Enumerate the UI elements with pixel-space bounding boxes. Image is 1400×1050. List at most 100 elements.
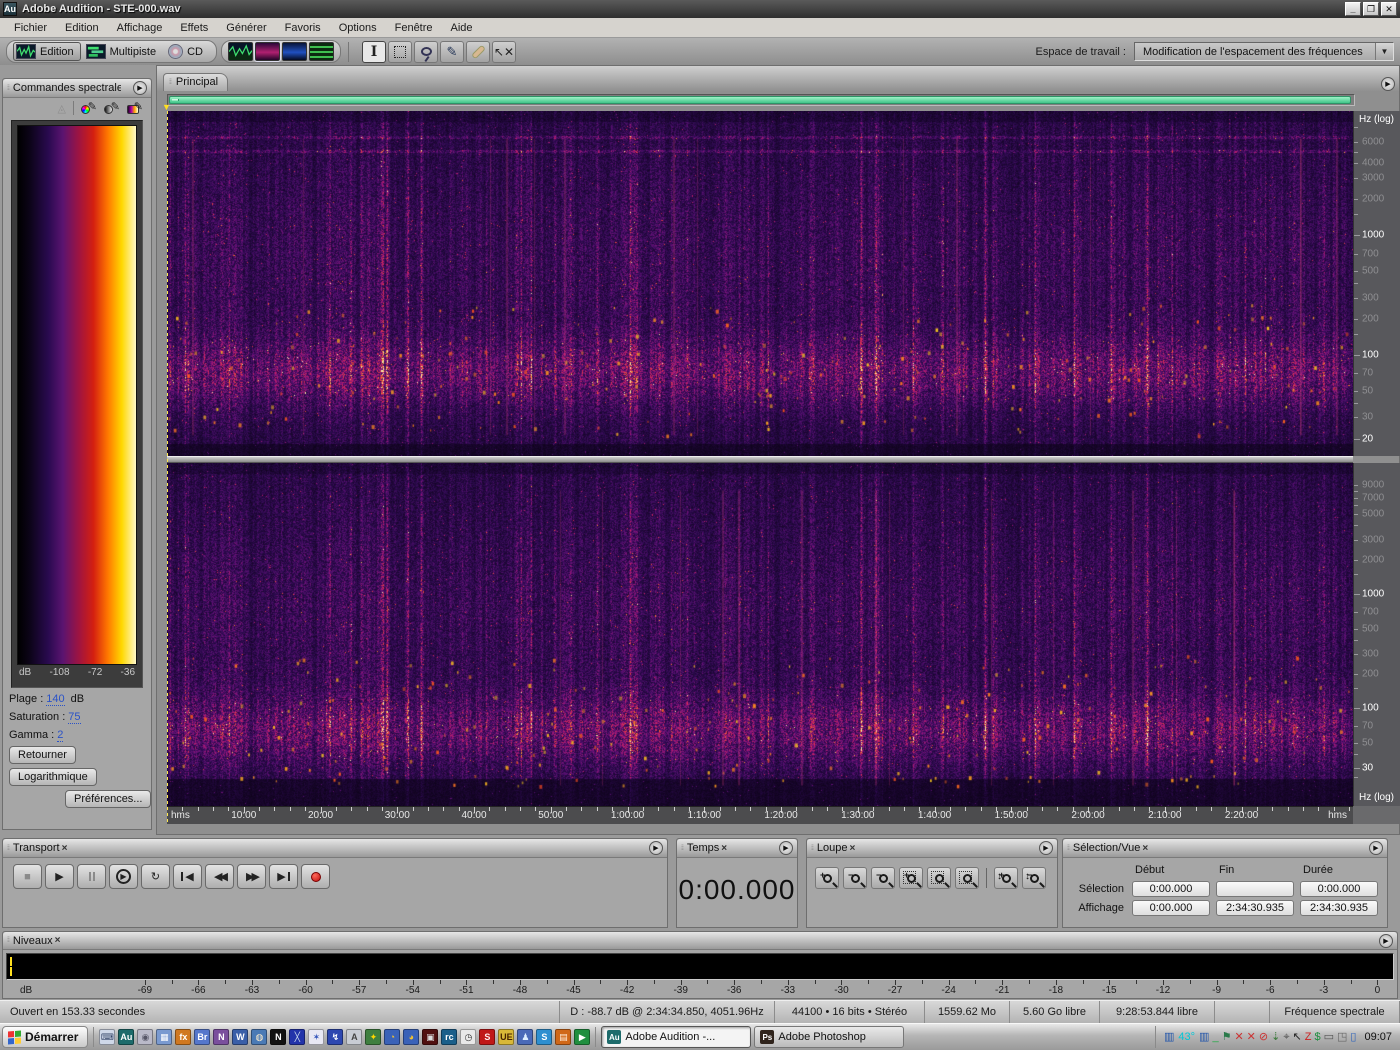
quick-launch-user-app-icon[interactable]: ♟ xyxy=(517,1029,534,1045)
chevron-down-icon[interactable]: ▼ xyxy=(1375,43,1393,60)
task-button-photoshop-task[interactable]: Ps Adobe Photoshop xyxy=(754,1026,905,1048)
menu-item-fentre[interactable]: Fenêtre xyxy=(387,20,441,36)
tray-mouse-icon[interactable]: ◳ xyxy=(1337,1030,1347,1044)
title-bar[interactable]: Au Adobe Audition - STE-000.wav _ ❐ ✕ xyxy=(0,0,1400,18)
gradient-pen-icon[interactable]: ✎ xyxy=(127,101,143,115)
transport-fast-forward-button[interactable]: ▶▶ xyxy=(237,864,266,889)
tray-power-alert-icon[interactable]: Z xyxy=(1305,1030,1312,1044)
tool-button-lasso[interactable] xyxy=(414,40,438,63)
tray-blocked-icon[interactable]: ⊘ xyxy=(1259,1030,1268,1044)
minimize-button[interactable]: _ xyxy=(1345,2,1361,16)
menu-item-fichier[interactable]: Fichier xyxy=(6,20,55,36)
tray-network-off-1-icon[interactable]: ✕ xyxy=(1234,1030,1243,1044)
task-button-audition-task[interactable]: Au Adobe Audition -... xyxy=(601,1026,752,1048)
transport-header[interactable]: ⁞⁞ Transport × ▶ xyxy=(3,839,667,858)
selection-header[interactable]: ⁞⁞ Sélection/Vue × ▶ xyxy=(1063,839,1387,858)
panel-menu-icon[interactable]: ▶ xyxy=(1379,933,1393,948)
scrollbar-thumb[interactable] xyxy=(169,96,1351,104)
frequency-axis-bottom[interactable]: Hz (log) 9000 7000 5000 3000 2000 1000 700 500 30… xyxy=(1353,463,1400,806)
tray-document-icon[interactable]: ▯ xyxy=(1350,1030,1356,1044)
time-field[interactable]: 0:00.000 xyxy=(1132,880,1210,897)
close-icon[interactable]: × xyxy=(721,843,727,854)
transport-loop-play-button[interactable]: ↻ xyxy=(141,864,170,889)
field-value[interactable]: 140 xyxy=(46,693,65,706)
quick-launch-doc-a-icon[interactable]: A xyxy=(346,1029,363,1045)
loupe-zoom-out-vertical-button[interactable]: ↕ − xyxy=(1022,867,1046,889)
quick-launch-tools-app-icon[interactable]: ✦ xyxy=(365,1029,382,1045)
quick-launch-bridge-icon[interactable]: Br xyxy=(194,1029,211,1045)
channel-divider[interactable] xyxy=(167,456,1353,463)
quick-launch-sync-app-icon[interactable]: S xyxy=(536,1029,553,1045)
loupe-zoom-out-horizontal-button[interactable]: − xyxy=(843,867,867,889)
curve-icon[interactable]: ◬ xyxy=(58,102,66,115)
loupe-zoom-selection-start-button[interactable] xyxy=(927,867,951,889)
horizontal-scrollbar[interactable] xyxy=(167,94,1355,106)
transport-record-button[interactable] xyxy=(301,864,330,889)
tray-terminal-icon[interactable]: ▭ xyxy=(1324,1030,1334,1044)
quick-launch-sbp-app-icon[interactable]: S xyxy=(479,1029,496,1045)
quick-launch-bolt-app-icon[interactable]: ↯ xyxy=(327,1029,344,1045)
panel-menu-icon[interactable]: ▶ xyxy=(133,81,147,95)
time-ruler[interactable]: hms hms 10:00 20:00 30:00 40:00 50:00 1:00:00 1:… xyxy=(167,806,1353,824)
loupe-zoom-selection-end-button[interactable] xyxy=(955,867,979,889)
menu-item-favoris[interactable]: Favoris xyxy=(277,20,329,36)
time-field[interactable]: 2:34:30.935 xyxy=(1216,899,1294,916)
restore-button[interactable]: ❐ xyxy=(1363,2,1379,16)
spectrogram-left-channel[interactable] xyxy=(167,111,1353,456)
level-meter[interactable] xyxy=(6,953,1394,980)
close-button[interactable]: ✕ xyxy=(1381,2,1397,16)
menu-item-affichage[interactable]: Affichage xyxy=(109,20,171,36)
transport-play-button[interactable]: ▶ xyxy=(45,864,74,889)
tool-button-ibeam[interactable]: I xyxy=(362,40,386,63)
mode-button-cd[interactable]: CD xyxy=(165,42,210,61)
tray-icon-meter[interactable]: ▥ xyxy=(1164,1030,1174,1044)
logarithmique-button[interactable]: Logarithmique xyxy=(9,768,97,786)
tray-pointer-icon[interactable]: ⌖ xyxy=(1283,1030,1289,1044)
tray-gpu-monitor-icon[interactable]: ▥ xyxy=(1199,1030,1209,1044)
close-icon[interactable]: × xyxy=(55,935,61,946)
transport-go-to-end-button[interactable]: ▶ xyxy=(269,864,298,889)
transport-stop-button[interactable]: ■ xyxy=(13,864,42,889)
quick-launch-camera-app-icon[interactable]: ▣ xyxy=(422,1029,439,1045)
quick-launch-keyboard-icon[interactable]: ⌨ xyxy=(99,1029,116,1045)
mode-button-multipiste[interactable]: Multipiste xyxy=(83,42,163,61)
loupe-zoom-out-full-button[interactable]: − xyxy=(871,867,895,889)
temps-header[interactable]: ⁞⁞ Temps × ▶ xyxy=(677,839,797,858)
tool-button-brush[interactable]: ✎ xyxy=(440,40,464,63)
workspace-select[interactable]: Modification de l'espacement des fréquen… xyxy=(1134,42,1394,61)
quick-launch-onenote-icon[interactable]: N xyxy=(213,1029,230,1045)
loupe-zoom-to-selection-button[interactable]: + xyxy=(899,867,923,889)
playhead-line[interactable] xyxy=(167,111,168,824)
quick-launch-calculator-icon[interactable]: ▦ xyxy=(156,1029,173,1045)
panel-menu-icon[interactable]: ▶ xyxy=(1381,77,1395,91)
tool-button-marquee[interactable] xyxy=(388,40,412,63)
clock[interactable]: 09:07 xyxy=(1364,1031,1392,1043)
spectral-colorbar[interactable] xyxy=(17,125,137,665)
quick-launch-globe-2-icon[interactable]: ◕ xyxy=(403,1029,420,1045)
panel-menu-icon[interactable]: ▶ xyxy=(1039,841,1053,855)
panel-menu-icon[interactable]: ▶ xyxy=(1369,841,1383,855)
quick-launch-globe-1-icon[interactable]: ◔ xyxy=(384,1029,401,1045)
prfrences-button[interactable]: Préférences... xyxy=(65,790,152,808)
tray-volume-bar-icon[interactable]: _ xyxy=(1212,1030,1218,1044)
view-mode-button-4[interactable] xyxy=(309,42,334,61)
transport-pause-button[interactable] xyxy=(77,864,106,889)
menu-item-options[interactable]: Options xyxy=(331,20,385,36)
tab-principal[interactable]: ⁞⁞ Principal xyxy=(163,73,229,91)
quick-launch-play-app-icon[interactable]: ▶ xyxy=(574,1029,591,1045)
time-field[interactable] xyxy=(1216,880,1294,897)
quick-launch-notepad-icon[interactable]: N xyxy=(270,1029,287,1045)
tray-cursor-icon[interactable]: ↖ xyxy=(1293,1030,1302,1044)
view-mode-button-2[interactable] xyxy=(254,41,281,62)
tray-flag-icon[interactable]: ⚑ xyxy=(1222,1030,1232,1044)
transport-rewind-button[interactable]: ◀◀ xyxy=(205,864,234,889)
loupe-header[interactable]: ⁞⁞ Loupe × ▶ xyxy=(807,839,1057,858)
transport-play-from-cursor-button[interactable]: ▶ xyxy=(109,864,138,889)
spectral-panel-header[interactable]: ⁞⁞ Commandes spectrales ▶ xyxy=(3,79,151,98)
loupe-zoom-in-vertical-button[interactable]: ↕ + xyxy=(994,867,1018,889)
quick-launch-x-app-icon[interactable]: ╳ xyxy=(289,1029,306,1045)
quick-launch-ue-app-icon[interactable]: UE xyxy=(498,1029,515,1045)
menu-item-effets[interactable]: Effets xyxy=(172,20,216,36)
panel-menu-icon[interactable]: ▶ xyxy=(649,841,663,855)
close-icon[interactable]: × xyxy=(849,843,855,854)
